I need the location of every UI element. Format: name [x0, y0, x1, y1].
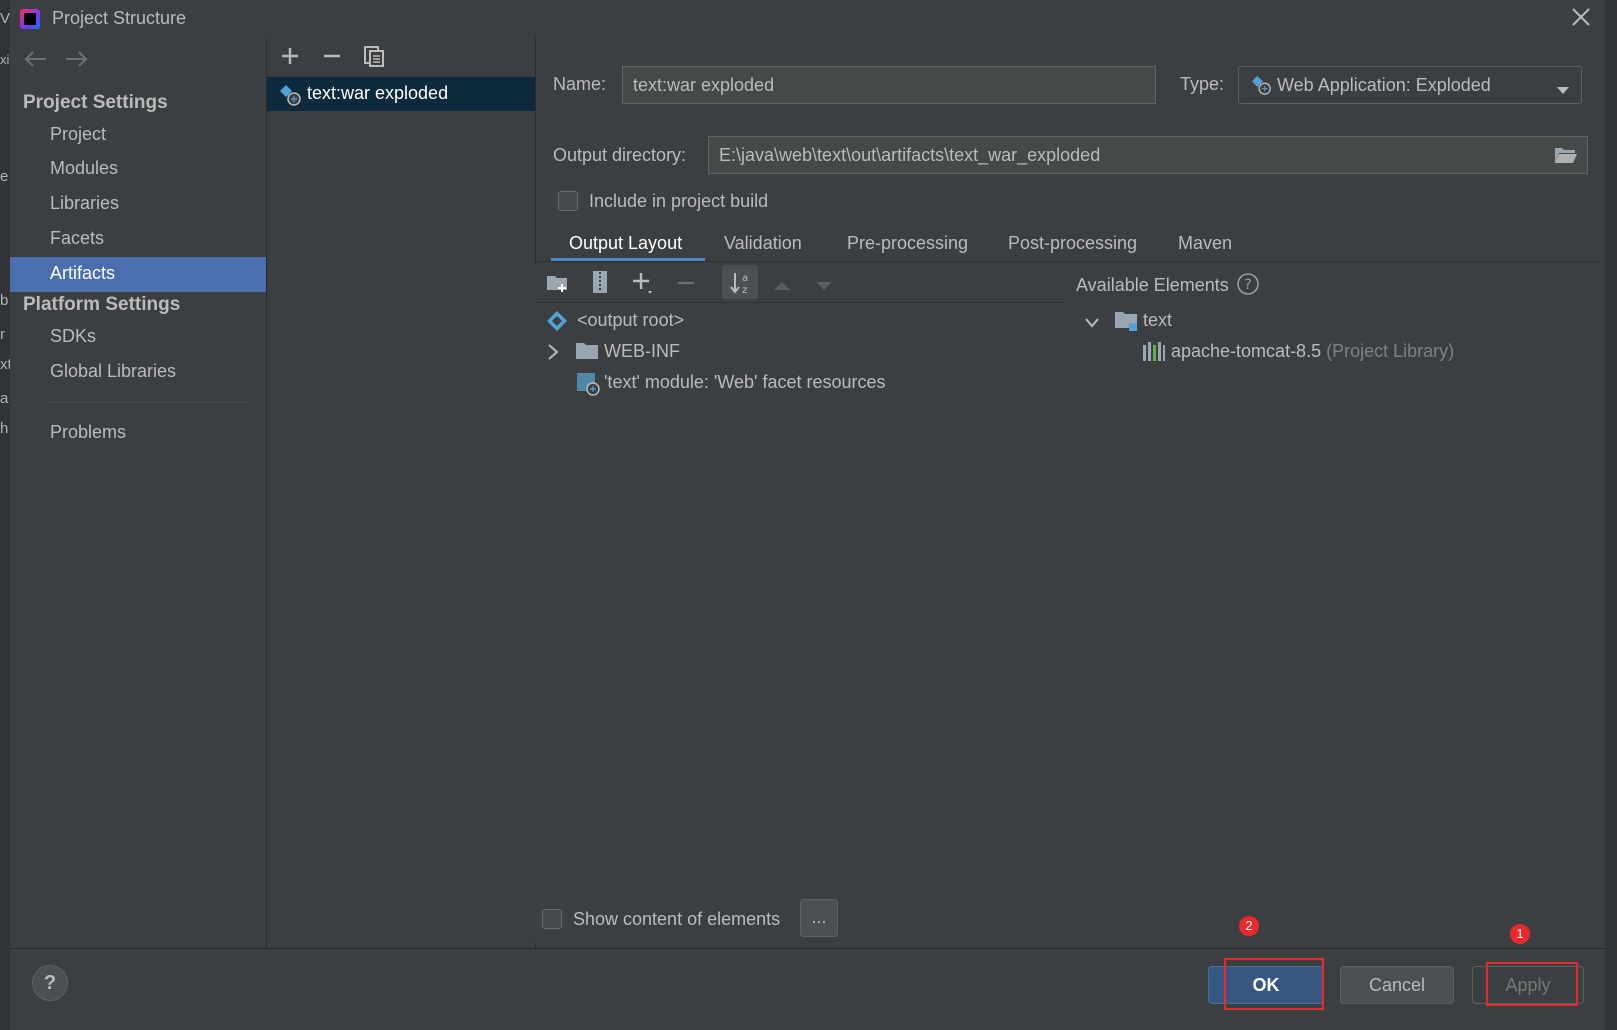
tree-item-library[interactable]: apache-tomcat-8.5 (Project Library) — [1171, 341, 1454, 362]
project-settings-header: Project Settings — [23, 92, 168, 113]
ide-fragment: h — [0, 420, 9, 437]
annotation-box-ok — [1224, 958, 1324, 1010]
title-bar — [10, 0, 1605, 38]
include-build-label: Include in project build — [589, 191, 769, 211]
arrow-left-icon[interactable] — [22, 48, 48, 75]
show-content-label: Show content of elements — [573, 909, 781, 929]
move-up-icon[interactable] — [772, 276, 792, 297]
annotation-badge-ok: 2 — [1239, 916, 1259, 936]
help-button[interactable]: ? — [32, 965, 68, 1001]
tree-item-text-module[interactable]: text — [1143, 310, 1172, 331]
output-layout-pane — [535, 263, 1601, 943]
ide-fragment: r — [0, 326, 5, 343]
tab-pre-processing[interactable]: Pre-processing — [847, 233, 968, 254]
sidebar-item-libraries[interactable]: Libraries — [50, 193, 119, 214]
remove-icon[interactable] — [320, 44, 344, 73]
tab-maven[interactable]: Maven — [1178, 233, 1232, 254]
chevron-right-icon[interactable] — [547, 343, 559, 366]
remove-element-icon[interactable] — [675, 272, 697, 299]
sidebar-selection-highlight — [10, 257, 266, 292]
tab-output-layout[interactable]: Output Layout — [569, 233, 682, 254]
sidebar-item-problems[interactable]: Problems — [50, 422, 126, 443]
settings-sidebar — [10, 38, 267, 948]
available-elements-label: Available Elements — [1076, 275, 1229, 295]
tab-post-processing[interactable]: Post-processing — [1008, 233, 1137, 254]
output-root-icon — [546, 310, 568, 337]
artifact-list-panel — [267, 38, 536, 948]
divider — [535, 261, 1601, 262]
folder-icon — [575, 341, 599, 366]
background-ide-left — [0, 0, 10, 1030]
divider — [50, 402, 250, 403]
sort-alphabetically-icon: az — [729, 270, 753, 301]
ide-fragment: xi — [0, 52, 10, 67]
add-element-icon[interactable] — [630, 270, 660, 301]
web-artifact-icon — [278, 83, 302, 112]
sidebar-item-project[interactable]: Project — [50, 124, 106, 145]
platform-settings-header: Platform Settings — [23, 294, 181, 315]
folder-open-icon[interactable] — [1554, 145, 1578, 170]
chevron-down-icon — [1556, 80, 1570, 101]
chevron-down-icon[interactable] — [1084, 313, 1100, 334]
tree-item-web-inf[interactable]: WEB-INF — [604, 341, 680, 362]
artifact-name: text:war exploded — [307, 83, 449, 103]
annotation-badge-apply: 1 — [1510, 924, 1530, 944]
show-content-checkbox[interactable] — [542, 909, 562, 929]
sidebar-item-artifacts[interactable]: Artifacts — [50, 263, 115, 284]
divider — [535, 302, 1065, 303]
tab-validation[interactable]: Validation — [724, 233, 802, 254]
ide-fragment: b — [0, 292, 9, 309]
output-directory-input[interactable] — [708, 136, 1588, 174]
sidebar-item-modules[interactable]: Modules — [50, 158, 118, 179]
background-ide-right — [1605, 0, 1617, 1030]
add-icon[interactable] — [278, 44, 302, 73]
module-folder-icon — [1114, 310, 1138, 337]
type-label: Type: — [1180, 74, 1225, 94]
sidebar-item-global-libraries[interactable]: Global Libraries — [50, 361, 176, 382]
library-name: apache-tomcat-8.5 — [1171, 341, 1322, 361]
archive-icon[interactable] — [590, 270, 610, 299]
ide-fragment: e — [0, 168, 9, 185]
type-select-value: Web Application: Exploded — [1277, 75, 1491, 95]
include-build-checkbox[interactable] — [558, 191, 578, 211]
sidebar-item-facets[interactable]: Facets — [50, 228, 104, 249]
output-directory-label: Output directory: — [553, 145, 687, 165]
annotation-box-apply — [1486, 962, 1578, 1006]
close-icon[interactable] — [1568, 6, 1594, 32]
ide-fragment: a — [0, 390, 9, 407]
library-type: (Project Library) — [1326, 341, 1455, 361]
web-artifact-icon — [1250, 74, 1272, 101]
svg-text:?: ? — [1244, 277, 1251, 293]
move-down-icon[interactable] — [814, 276, 834, 297]
tree-item-output-root[interactable]: <output root> — [577, 310, 684, 331]
ide-fragment: V — [0, 10, 11, 27]
new-folder-icon[interactable] — [546, 272, 570, 299]
intellij-logo-icon — [20, 9, 40, 29]
cancel-button[interactable]: Cancel — [1340, 966, 1454, 1004]
copy-icon[interactable] — [362, 44, 386, 73]
arrow-right-icon[interactable] — [64, 48, 90, 75]
name-input[interactable] — [622, 66, 1156, 104]
svg-text:a: a — [742, 273, 748, 284]
library-icon — [1142, 341, 1166, 368]
name-label: Name: — [553, 74, 607, 94]
svg-text:z: z — [742, 285, 747, 296]
sidebar-item-sdks[interactable]: SDKs — [50, 326, 96, 347]
tree-item-web-facet-resources[interactable]: 'text' module: 'Web' facet resources — [604, 372, 886, 393]
more-options-button[interactable]: ... — [800, 899, 838, 937]
web-facet-icon — [576, 372, 600, 401]
window-title: Project Structure — [52, 8, 187, 28]
help-circle-icon[interactable]: ? — [1236, 272, 1260, 301]
